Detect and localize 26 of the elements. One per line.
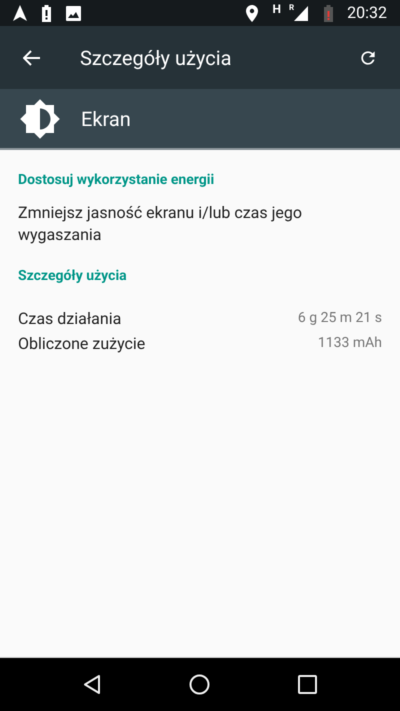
back-triangle-icon bbox=[83, 674, 101, 695]
battery-alert-icon bbox=[42, 4, 51, 22]
recents-square-icon bbox=[298, 675, 317, 694]
stat-value: 1133 mAh bbox=[318, 334, 382, 353]
battery-low-icon bbox=[324, 4, 334, 22]
app-title: Ekran bbox=[81, 106, 131, 132]
stat-label: Czas działania bbox=[18, 308, 122, 330]
stat-value: 6 g 25 m 21 s bbox=[298, 309, 382, 328]
roaming-label: R bbox=[289, 4, 294, 12]
network-type-label: H bbox=[272, 3, 282, 15]
home-circle-icon bbox=[189, 674, 210, 695]
location-pin-icon bbox=[246, 4, 258, 22]
section-heading: Dostosuj wykorzystanie energii bbox=[18, 171, 216, 190]
stat-label: Obliczone zużycie bbox=[18, 332, 146, 354]
brightness-icon bbox=[19, 98, 61, 140]
navigation-arrow-icon bbox=[13, 5, 27, 21]
home-button[interactable] bbox=[189, 674, 210, 695]
image-icon bbox=[66, 6, 81, 20]
toolbar-title: Szczegóły użycia bbox=[80, 44, 232, 72]
recents-button[interactable] bbox=[298, 675, 317, 694]
suggestion-item[interactable]: Zmniejsz jasność ekranu i/lub czas jego wygaszania bbox=[18, 202, 382, 246]
signal-icon bbox=[294, 6, 308, 20]
section-heading: Szczegóły użycia bbox=[18, 267, 128, 286]
back-arrow-icon bbox=[23, 50, 41, 66]
clock: 20:32 bbox=[347, 2, 387, 24]
back-nav-button[interactable] bbox=[83, 674, 101, 695]
